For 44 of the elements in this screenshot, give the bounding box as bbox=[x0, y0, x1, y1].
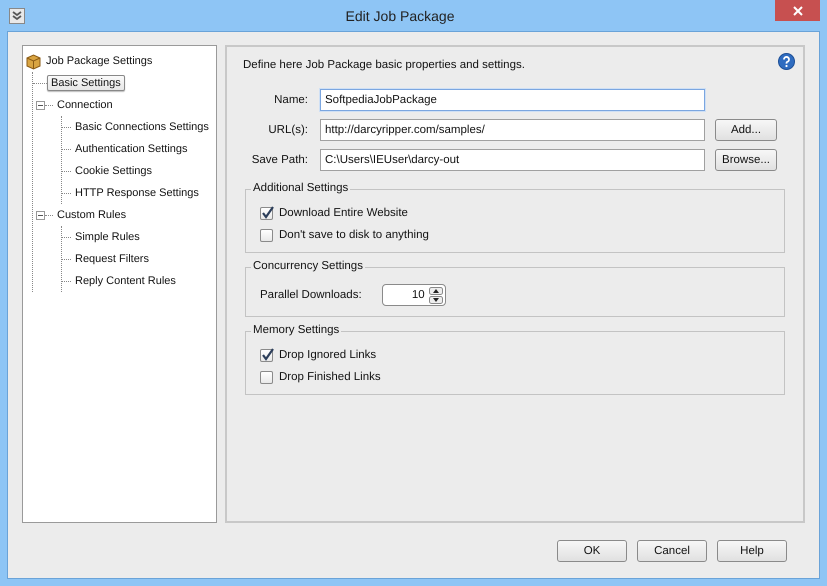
field-button[interactable]: Browse... bbox=[715, 149, 777, 171]
app-icon[interactable] bbox=[9, 8, 25, 24]
close-icon[interactable] bbox=[792, 6, 802, 16]
tree-item[interactable]: Request Filters bbox=[71, 251, 153, 267]
group-title: Memory Settings bbox=[251, 324, 342, 336]
tree-item[interactable]: Connection bbox=[53, 97, 117, 113]
group-title: Additional Settings bbox=[251, 182, 350, 194]
collapse-toggle[interactable] bbox=[36, 210, 45, 220]
field-button[interactable]: Add... bbox=[715, 119, 777, 141]
tree-item[interactable]: Reply Content Rules bbox=[71, 273, 180, 289]
text-field[interactable]: http://darcyripper.com/samples/ bbox=[320, 119, 705, 141]
tree-item[interactable]: Cookie Settings bbox=[71, 163, 156, 179]
checkbox-label: Drop Finished Links bbox=[279, 371, 381, 383]
field-label: Save Path: bbox=[250, 154, 308, 166]
dialog-button[interactable]: OK bbox=[557, 540, 627, 562]
checkbox-label: Don't save to disk to anything bbox=[279, 229, 429, 241]
tree-item[interactable]: Authentication Settings bbox=[71, 141, 192, 157]
field-label: URL(s): bbox=[267, 124, 308, 136]
spinner-label: Parallel Downloads: bbox=[260, 289, 362, 301]
close-button[interactable] bbox=[775, 0, 820, 21]
text-field[interactable]: SoftpediaJobPackage bbox=[320, 89, 705, 111]
help-icon[interactable] bbox=[778, 53, 795, 70]
checkbox[interactable] bbox=[260, 206, 273, 220]
dialog-button[interactable]: Help bbox=[717, 540, 787, 562]
tree-item[interactable]: Job Package Settings bbox=[42, 53, 156, 69]
checkbox[interactable] bbox=[260, 228, 273, 242]
collapse-toggle[interactable] bbox=[36, 100, 45, 110]
description-text: Define here Job Package basic properties and settings. bbox=[243, 59, 526, 71]
checkbox-label: Download Entire Website bbox=[279, 207, 408, 219]
number-spinner[interactable]: 10 bbox=[382, 284, 446, 306]
package-icon bbox=[25, 52, 42, 70]
dialog-button[interactable]: Cancel bbox=[637, 540, 707, 562]
checkbox[interactable] bbox=[260, 370, 273, 384]
checkbox[interactable] bbox=[260, 348, 273, 362]
checkbox-label: Drop Ignored Links bbox=[279, 349, 376, 361]
tree-item[interactable]: HTTP Response Settings bbox=[71, 185, 203, 201]
group-title: Concurrency Settings bbox=[251, 260, 365, 272]
tree-item[interactable]: Basic Connections Settings bbox=[71, 119, 213, 135]
field-label: Name: bbox=[273, 94, 308, 106]
tree-item[interactable]: Simple Rules bbox=[71, 229, 144, 245]
text-field[interactable]: C:\Users\IEUser\darcy-out bbox=[320, 149, 705, 171]
tree-item[interactable]: Basic Settings bbox=[47, 75, 125, 91]
window-title: Edit Job Package bbox=[344, 8, 456, 24]
tree-item[interactable]: Custom Rules bbox=[53, 207, 130, 223]
